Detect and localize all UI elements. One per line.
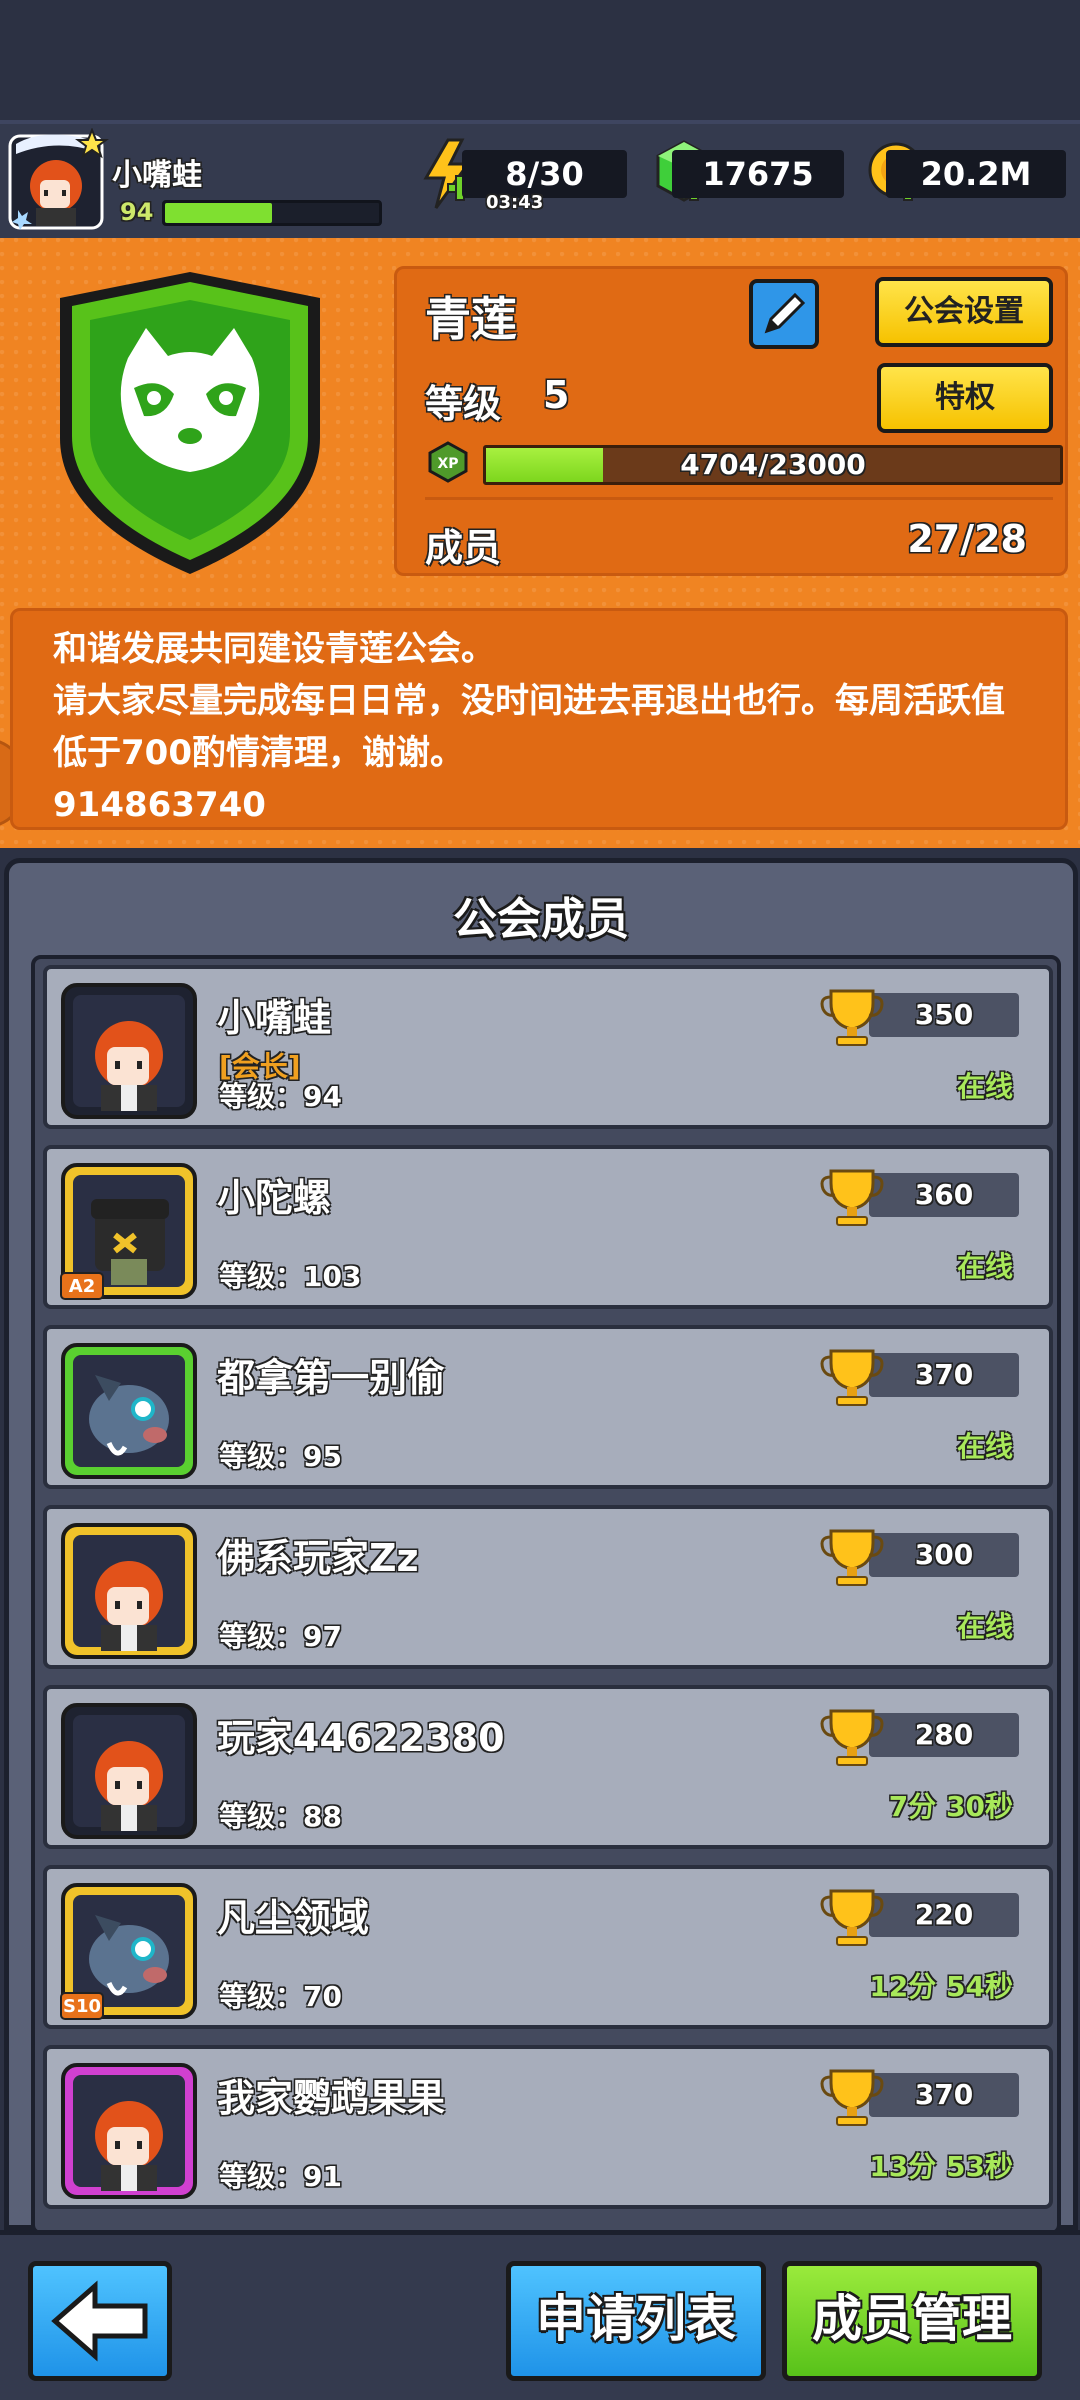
trophy-icon xyxy=(820,1529,884,1586)
gem-counter: 17675 xyxy=(672,150,844,198)
member-status: 13分 53秒 xyxy=(869,2150,1013,2183)
members-count: 27/28 xyxy=(907,517,1027,561)
guild-info-card: 青莲 公会设置 特权 等级 5 XP 4704/23000 成员 27/28 xyxy=(394,266,1068,576)
bottom-action-bar: 申请列表 成员管理 xyxy=(0,2230,1080,2400)
guild-settings-button[interactable]: 公会设置 xyxy=(875,277,1053,347)
member-score: 220 xyxy=(869,1893,1019,1937)
member-status: 12分 54秒 xyxy=(869,1970,1013,2003)
guild-level-label: 等级 xyxy=(425,382,502,426)
member-avatar[interactable] xyxy=(55,1695,203,1843)
guild-level-value: 5 xyxy=(543,373,570,417)
player-level: 94 xyxy=(120,198,154,226)
player-xp-bar xyxy=(162,200,382,226)
member-avatar[interactable]: S10 xyxy=(55,1875,203,2023)
member-score: 370 xyxy=(869,1353,1019,1397)
member-row[interactable]: 小嘴蛙 [会长] 等级：94 350 在线 xyxy=(43,965,1053,1129)
member-status: 在线 xyxy=(956,1430,1013,1463)
member-status: 在线 xyxy=(956,1070,1013,1103)
member-row[interactable]: 都拿第一别偷等级：95 370 在线 xyxy=(43,1325,1053,1489)
trophy-icon xyxy=(820,989,884,1046)
pencil-icon xyxy=(764,292,806,334)
member-name: 佛系玩家Zz xyxy=(217,1536,419,1580)
member-name: 我家鹦鹉果果 xyxy=(217,2076,446,2120)
member-name: 凡尘领域 xyxy=(217,1896,370,1940)
member-avatar[interactable] xyxy=(55,1515,203,1663)
member-row[interactable]: A2 小陀螺等级：103 360 在线 xyxy=(43,1145,1053,1309)
member-avatar[interactable] xyxy=(55,975,203,1123)
member-row[interactable]: 佛系玩家Zz 等级：97 300 在线 xyxy=(43,1505,1053,1669)
member-score: 280 xyxy=(869,1713,1019,1757)
player-name: 小嘴蛙 xyxy=(112,158,202,193)
member-avatar[interactable] xyxy=(55,1335,203,1483)
trophy-icon xyxy=(820,2069,884,2126)
svg-text:S10: S10 xyxy=(63,1996,101,2017)
trophy-icon xyxy=(820,1709,884,1766)
guild-members-panel: 公会成员 小嘴蛙 [会长] 等级：94 350 在线 A2 小陀螺 等级：103 360 在线 都拿… xyxy=(4,858,1078,2235)
member-manage-button[interactable]: 成员管理 xyxy=(782,2261,1042,2381)
member-score: 370 xyxy=(869,2073,1019,2117)
member-name: 小嘴蛙 xyxy=(217,996,332,1040)
player-avatar[interactable] xyxy=(6,128,110,232)
svg-text:A2: A2 xyxy=(69,1276,95,1297)
top-resource-bar: 小嘴蛙 94 8/30 03:43 17675 20.2M xyxy=(0,120,1080,238)
member-status: 在线 xyxy=(956,1250,1013,1283)
member-avatar[interactable]: A2 xyxy=(55,1155,203,1303)
player-xp-fill xyxy=(165,203,272,223)
privilege-button[interactable]: 特权 xyxy=(877,363,1053,433)
trophy-icon xyxy=(820,1889,884,1946)
back-button[interactable] xyxy=(28,2261,172,2381)
energy-timer: 03:43 xyxy=(486,192,544,213)
member-level: 等级：97 xyxy=(219,1620,342,1653)
divider xyxy=(425,497,1053,500)
members-label: 成员 xyxy=(425,526,502,570)
guild-notice-text: 和谐发展共同建设青莲公会。 请大家尽量完成每日日常，没时间进去再退出也行。每周活… xyxy=(53,629,1005,825)
member-score: 360 xyxy=(869,1173,1019,1217)
member-name: 小陀螺 xyxy=(217,1176,332,1220)
status-strip xyxy=(0,0,1080,120)
member-avatar[interactable] xyxy=(55,2055,203,2203)
members-panel-title: 公会成员 xyxy=(453,894,629,945)
guild-notice-box[interactable]: 和谐发展共同建设青莲公会。 请大家尽量完成每日日常，没时间进去再退出也行。每周活… xyxy=(10,608,1068,830)
member-level: 等级：103 xyxy=(219,1260,362,1293)
member-row[interactable]: S10 凡尘领域等级：70 220 12分 54秒 xyxy=(43,1865,1053,2029)
apply-list-button[interactable]: 申请列表 xyxy=(506,2261,766,2381)
member-list[interactable]: 小嘴蛙 [会长] 等级：94 350 在线 A2 小陀螺 等级：103 360 在线 都拿第一别偷等… xyxy=(31,955,1061,2235)
xp-icon: XP xyxy=(428,441,468,483)
member-name: 都拿第一别偷 xyxy=(217,1356,446,1400)
member-level: 等级：88 xyxy=(219,1800,342,1833)
member-level: 等级：91 xyxy=(219,2160,342,2193)
guild-xp-bar: 4704/23000 xyxy=(483,445,1063,485)
member-status: 在线 xyxy=(956,1610,1013,1643)
edit-guild-name-button[interactable] xyxy=(749,279,819,349)
member-level: 等级：70 xyxy=(219,1980,342,2013)
guild-header-panel: 青莲 公会设置 特权 等级 5 XP 4704/23000 成员 27/28 和… xyxy=(0,238,1080,848)
xp-icon-text: XP xyxy=(437,456,458,472)
gold-counter: 20.2M xyxy=(886,150,1066,198)
member-level: 等级：94 xyxy=(219,1080,342,1113)
arrow-left-icon xyxy=(51,2280,148,2362)
member-level: 等级：95 xyxy=(219,1440,342,1473)
member-status: 7分 30秒 xyxy=(888,1790,1013,1823)
trophy-icon xyxy=(820,1349,884,1406)
member-row[interactable]: 玩家44622380 等级：88 280 7分 30秒 xyxy=(43,1685,1053,1849)
guild-xp-text: 4704/23000 xyxy=(680,448,866,481)
trophy-icon xyxy=(820,1169,884,1226)
member-score: 300 xyxy=(869,1533,1019,1577)
guild-emblem-icon[interactable] xyxy=(48,268,332,580)
member-name: 玩家44622380 xyxy=(217,1716,505,1760)
member-row[interactable]: 我家鹦鹉果果等级：91 370 13分 53秒 xyxy=(43,2045,1053,2209)
guild-name: 青莲 xyxy=(425,292,517,346)
member-score: 350 xyxy=(869,993,1019,1037)
energy-counter: 8/30 xyxy=(462,150,627,198)
